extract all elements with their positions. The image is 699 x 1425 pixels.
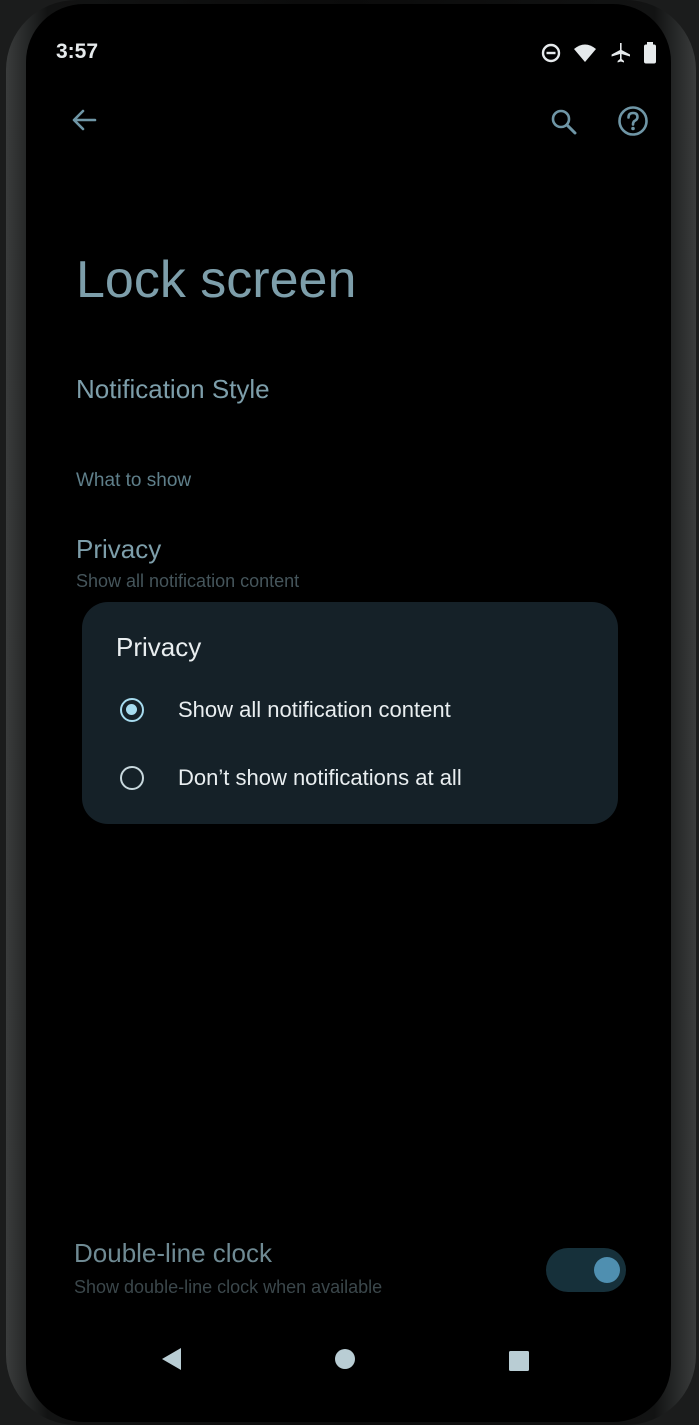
page-title: Lock screen <box>76 251 357 309</box>
option-show-all[interactable]: Show all notification content <box>106 682 602 738</box>
radio-unchecked-icon[interactable] <box>120 766 144 790</box>
status-icons <box>541 42 657 69</box>
help-button[interactable] <box>612 102 654 144</box>
notification-style-item[interactable]: Notification Style <box>76 374 270 405</box>
help-icon <box>617 105 649 142</box>
section-header: What to show <box>76 470 192 491</box>
battery-icon <box>643 42 657 69</box>
do-not-disturb-icon <box>541 43 561 68</box>
nav-back-button[interactable] <box>156 1346 186 1376</box>
option-dont-show[interactable]: Don’t show notifications at all <box>106 750 602 806</box>
search-button[interactable] <box>544 104 584 144</box>
option-label: Don’t show notifications at all <box>178 765 462 790</box>
double-line-clock-toggle[interactable] <box>546 1248 626 1292</box>
nav-recents-icon <box>508 1350 530 1377</box>
phone-screen: 3:57 Lock screen Notification Style What… <box>26 4 671 1422</box>
back-button[interactable] <box>66 104 102 140</box>
privacy-item-summary: Show all notification content <box>76 571 300 591</box>
nav-recents-button[interactable] <box>504 1348 534 1378</box>
option-label: Show all notification content <box>178 697 451 722</box>
privacy-item-title[interactable]: Privacy <box>76 534 161 565</box>
radio-checked-icon[interactable] <box>120 698 144 722</box>
privacy-dialog: Privacy Show all notification content Do… <box>82 602 618 824</box>
nav-home-icon <box>334 1348 356 1375</box>
wifi-icon <box>573 43 597 68</box>
double-line-clock-summary: Show double-line clock when available <box>74 1277 383 1297</box>
nav-home-button[interactable] <box>330 1346 360 1376</box>
airplane-icon <box>609 42 631 69</box>
dialog-title: Privacy <box>116 632 202 662</box>
nav-back-icon <box>159 1346 183 1377</box>
search-icon <box>550 108 578 141</box>
double-line-clock-title[interactable]: Double-line clock <box>74 1238 272 1269</box>
status-time: 3:57 <box>56 40 99 63</box>
toggle-knob <box>594 1257 620 1283</box>
back-arrow-icon <box>70 106 98 139</box>
